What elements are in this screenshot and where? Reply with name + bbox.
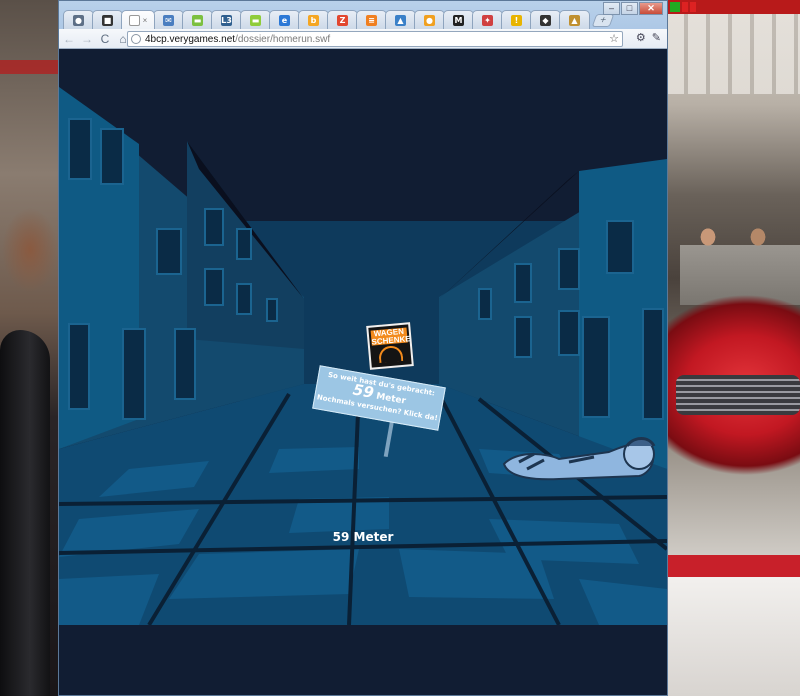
bird-icon: ◆ <box>540 14 551 26</box>
browser-tab[interactable]: M <box>443 10 474 29</box>
browser-window: ● ■ × ✉ ▬ L3 ▬ e b Z ≡ ▲ ● M ✦! ◆ ▲ + – □ ✕ ← → C ⌂ 4bcp.… <box>58 0 668 696</box>
minimize-button[interactable]: – <box>603 2 620 15</box>
sign-pole <box>383 418 395 458</box>
sign-board[interactable]: So weit hast du's gebracht: 59 Meter Noc… <box>312 365 446 431</box>
url-host: 4bcp.verygames.net <box>145 33 236 45</box>
pin-icon: ● <box>73 14 84 26</box>
bookmark-star-icon[interactable]: ☆ <box>609 32 619 45</box>
wallpaper-left-stripe <box>0 60 62 74</box>
wallpaper-left-jacket <box>0 330 50 696</box>
page-icon <box>128 14 140 26</box>
rocket-icon: ✦ <box>482 14 493 26</box>
taskbar-item-1[interactable] <box>682 2 688 12</box>
wallpaper-floor <box>666 577 800 696</box>
wrench-icon[interactable]: ✎ <box>652 31 661 44</box>
distance-readout: 59 Meter <box>332 530 394 544</box>
browser-tab[interactable]: ! <box>501 10 532 29</box>
distance-sign[interactable]: WAGEN SCHENKE So weit hast du's gebracht… <box>307 322 447 459</box>
wagenschenke-logo: WAGEN SCHENKE <box>366 322 414 370</box>
chat-icon: ▬ <box>192 14 203 26</box>
navigation-toolbar: ← → C ⌂ 4bcp.verygames.net/dossier/homer… <box>59 29 667 49</box>
wheel-icon <box>378 344 404 363</box>
globe-icon <box>131 34 141 44</box>
tab-strip: ● ■ × ✉ ▬ L3 ▬ e b Z ≡ ▲ ● M ✦! ◆ ▲ + <box>63 10 615 29</box>
castle-icon: ▲ <box>569 14 580 26</box>
wallpaper-right-ceiling <box>666 14 800 94</box>
browser-tab[interactable]: ✉ <box>153 10 184 29</box>
tab-close-icon[interactable]: × <box>143 16 148 25</box>
mail-icon: ✉ <box>163 14 174 26</box>
wallpaper-floor-stripe <box>666 555 800 577</box>
extensions-icon[interactable]: ⚙ <box>636 31 646 44</box>
app-icon: ■ <box>102 14 113 26</box>
browser-tab[interactable]: × <box>121 10 155 29</box>
taskbar-item-2[interactable] <box>690 2 696 12</box>
sign-distance-value: 59 <box>351 380 376 402</box>
taskbar-app-icon[interactable] <box>670 2 680 12</box>
browser-tab[interactable]: e <box>269 10 300 29</box>
speech-icon: ▬ <box>250 14 261 26</box>
browser-tab[interactable]: ▲ <box>385 10 416 29</box>
taskbar <box>666 0 800 14</box>
orange-icon: b <box>308 14 319 26</box>
url-path: /dossier/homerun.swf <box>235 33 331 45</box>
soccer-icon: ● <box>424 14 435 26</box>
forward-button[interactable]: → <box>79 31 95 47</box>
browser-tab[interactable]: ≡ <box>356 10 387 29</box>
new-tab-button[interactable]: + <box>591 14 615 27</box>
browser-tab[interactable]: Z <box>327 10 358 29</box>
close-button[interactable]: ✕ <box>639 2 663 15</box>
browser-tab[interactable]: ● <box>414 10 445 29</box>
back-button[interactable]: ← <box>61 31 77 47</box>
logo-line2: SCHENKE <box>371 334 411 347</box>
browser-tab[interactable]: b <box>298 10 329 29</box>
browser-tab[interactable]: L3 <box>211 10 242 29</box>
title-bar[interactable]: ● ■ × ✉ ▬ L3 ▬ e b Z ≡ ▲ ● M ✦! ◆ ▲ + – □ ✕ <box>59 1 667 29</box>
warning-icon: ! <box>511 14 522 26</box>
browser-tools: ⚙ ✎ <box>636 31 661 44</box>
browser-tab[interactable]: ▲ <box>559 10 590 29</box>
z-icon: Z <box>337 14 348 26</box>
m-icon: M <box>453 14 464 26</box>
address-bar[interactable]: 4bcp.verygames.net/dossier/homerun.swf ☆ <box>127 31 623 47</box>
browser-tab[interactable]: ✦ <box>472 10 503 29</box>
stack-icon: ≡ <box>366 14 377 26</box>
game-bottom-bar <box>59 625 667 695</box>
window-controls: – □ ✕ <box>603 2 663 15</box>
photo-icon: ▲ <box>395 14 406 26</box>
browser-tab[interactable]: ◆ <box>530 10 561 29</box>
ie-icon: e <box>279 14 290 26</box>
wallpaper-car-grille <box>676 375 800 415</box>
reload-button[interactable]: C <box>97 31 113 47</box>
flash-game-canvas[interactable]: WAGEN SCHENKE So weit hast du's gebracht… <box>59 49 667 695</box>
browser-tab[interactable]: ▬ <box>240 10 271 29</box>
browser-tab[interactable]: ● <box>63 10 94 29</box>
browser-tab[interactable]: ▬ <box>182 10 213 29</box>
ragdoll-character <box>502 437 656 481</box>
browser-tab[interactable]: ■ <box>92 10 123 29</box>
l3-icon: L3 <box>221 14 232 26</box>
restore-button[interactable]: □ <box>621 2 638 15</box>
